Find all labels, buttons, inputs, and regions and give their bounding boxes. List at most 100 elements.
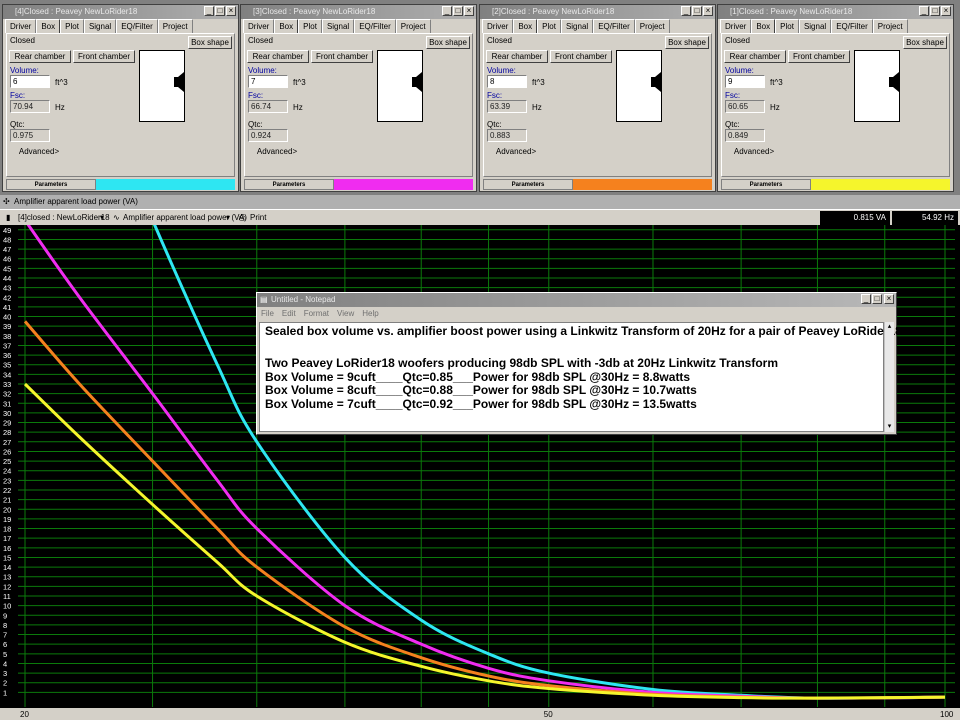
panel-title-bar[interactable]: [1]Closed : Peavey NewLoRider18 _ □ ×: [718, 5, 953, 19]
trace-color-swatch: [96, 179, 235, 190]
tab-box[interactable]: Box: [274, 19, 299, 33]
tab-eqfilter[interactable]: EQ/Filter: [831, 19, 873, 33]
rear-chamber-tab[interactable]: Rear chamber: [247, 50, 309, 63]
maximize-icon[interactable]: □: [930, 6, 940, 16]
y-tick-label: 15: [3, 553, 11, 562]
rear-chamber-tab[interactable]: Rear chamber: [9, 50, 71, 63]
panel-title-bar[interactable]: [4]Closed : Peavey NewLoRider18 _ □ ×: [3, 5, 238, 19]
tab-plot[interactable]: Plot: [537, 19, 561, 33]
advanced-button[interactable]: Advanced>: [486, 146, 546, 159]
volume-input[interactable]: 6: [10, 75, 50, 88]
maximize-icon[interactable]: □: [872, 294, 882, 304]
tab-box[interactable]: Box: [36, 19, 61, 33]
menu-file[interactable]: File: [261, 307, 274, 320]
scroll-down-icon[interactable]: ▾: [885, 422, 894, 432]
y-tick-label: 10: [3, 602, 11, 611]
tab-box[interactable]: Box: [751, 19, 776, 33]
close-icon[interactable]: ×: [703, 6, 713, 16]
tab-signal[interactable]: Signal: [798, 19, 832, 33]
front-chamber-tab[interactable]: Front chamber: [788, 50, 850, 63]
close-icon[interactable]: ×: [941, 6, 951, 16]
y-tick-label: 25: [3, 457, 11, 466]
tab-project[interactable]: Project: [634, 19, 670, 33]
volume-input[interactable]: 7: [248, 75, 288, 88]
qtc-label: Qtc:: [248, 120, 263, 129]
menu-format[interactable]: Format: [304, 307, 329, 320]
tab-driver[interactable]: Driver: [243, 19, 275, 33]
box-shape-button[interactable]: Box shape: [426, 36, 470, 49]
advanced-button[interactable]: Advanced>: [9, 146, 69, 159]
trace-select[interactable]: [4]closed : NewLoRider18: [18, 212, 110, 223]
fsc-unit: Hz: [770, 103, 780, 112]
tab-signal[interactable]: Signal: [321, 19, 355, 33]
maximize-icon[interactable]: □: [215, 6, 225, 16]
y-tick-label: 26: [3, 447, 11, 456]
tab-signal[interactable]: Signal: [560, 19, 594, 33]
front-chamber-tab[interactable]: Front chamber: [550, 50, 612, 63]
close-icon[interactable]: ×: [464, 6, 474, 16]
panel-title: [2]Closed : Peavey NewLoRider18: [492, 7, 615, 16]
measure-dropdown-icon[interactable]: ▾: [226, 212, 230, 223]
tab-project[interactable]: Project: [872, 19, 908, 33]
y-tick-label: 42: [3, 293, 11, 302]
close-icon[interactable]: ×: [884, 294, 894, 304]
minimize-icon[interactable]: _: [861, 294, 871, 304]
box-shape-button[interactable]: Box shape: [188, 36, 232, 49]
volume-label: Volume:: [248, 66, 277, 75]
maximize-icon[interactable]: □: [692, 6, 702, 16]
graph-title-bar[interactable]: ✣ Amplifier apparent load power (VA): [0, 195, 960, 209]
box-shape-button[interactable]: Box shape: [903, 36, 947, 49]
minimize-icon[interactable]: _: [204, 6, 214, 16]
panel-status-bar: Parameters: [244, 179, 473, 190]
tab-eqfilter[interactable]: EQ/Filter: [354, 19, 396, 33]
tab-signal[interactable]: Signal: [83, 19, 117, 33]
maximize-icon[interactable]: □: [453, 6, 463, 16]
panel-title-bar[interactable]: [2]Closed : Peavey NewLoRider18 _ □ ×: [480, 5, 715, 19]
advanced-button[interactable]: Advanced>: [724, 146, 784, 159]
menu-edit[interactable]: Edit: [282, 307, 296, 320]
close-icon[interactable]: ×: [226, 6, 236, 16]
tab-project[interactable]: Project: [395, 19, 431, 33]
menu-help[interactable]: Help: [362, 307, 378, 320]
print-button[interactable]: Print: [250, 212, 266, 223]
y-tick-label: 34: [3, 370, 11, 379]
scroll-up-icon[interactable]: ▴: [885, 322, 894, 332]
tab-eqfilter[interactable]: EQ/Filter: [116, 19, 158, 33]
trace-color-swatch: [811, 179, 950, 190]
tab-eqfilter[interactable]: EQ/Filter: [593, 19, 635, 33]
qtc-label: Qtc:: [487, 120, 502, 129]
rear-chamber-tab[interactable]: Rear chamber: [724, 50, 786, 63]
y-tick-label: 6: [3, 640, 7, 649]
minimize-icon[interactable]: _: [442, 6, 452, 16]
front-chamber-tab[interactable]: Front chamber: [311, 50, 373, 63]
advanced-button[interactable]: Advanced>: [247, 146, 307, 159]
front-chamber-tab[interactable]: Front chamber: [73, 50, 135, 63]
printer-icon[interactable]: ⎙: [239, 212, 245, 223]
tab-plot[interactable]: Plot: [60, 19, 84, 33]
minimize-icon[interactable]: _: [919, 6, 929, 16]
trace-dropdown-icon[interactable]: ▾: [100, 212, 104, 223]
volume-input[interactable]: 9: [725, 75, 765, 88]
tab-driver[interactable]: Driver: [482, 19, 514, 33]
speaker-panel: [2]Closed : Peavey NewLoRider18 _ □ × Dr…: [479, 4, 716, 192]
tab-plot[interactable]: Plot: [298, 19, 322, 33]
notepad-scrollbar[interactable]: ▴ ▾: [884, 322, 894, 432]
notepad-title-bar[interactable]: ▤ Untitled - Notepad _ □ ×: [257, 293, 896, 307]
tab-driver[interactable]: Driver: [5, 19, 37, 33]
tab-box[interactable]: Box: [513, 19, 538, 33]
volume-unit: ft^3: [293, 78, 306, 87]
tab-project[interactable]: Project: [157, 19, 193, 33]
menu-view[interactable]: View: [337, 307, 354, 320]
tab-plot[interactable]: Plot: [775, 19, 799, 33]
y-tick-label: 9: [3, 611, 7, 620]
minimize-icon[interactable]: _: [681, 6, 691, 16]
y-tick-label: 11: [3, 592, 11, 601]
rear-chamber-tab[interactable]: Rear chamber: [486, 50, 548, 63]
y-tick-label: 36: [3, 351, 11, 360]
panel-title-bar[interactable]: [3]Closed : Peavey NewLoRider18 _ □ ×: [241, 5, 476, 19]
notepad-text-area[interactable]: Sealed box volume vs. amplifier boost po…: [259, 322, 902, 432]
tab-driver[interactable]: Driver: [720, 19, 752, 33]
box-shape-button[interactable]: Box shape: [665, 36, 709, 49]
y-tick-label: 31: [3, 399, 11, 408]
volume-input[interactable]: 8: [487, 75, 527, 88]
